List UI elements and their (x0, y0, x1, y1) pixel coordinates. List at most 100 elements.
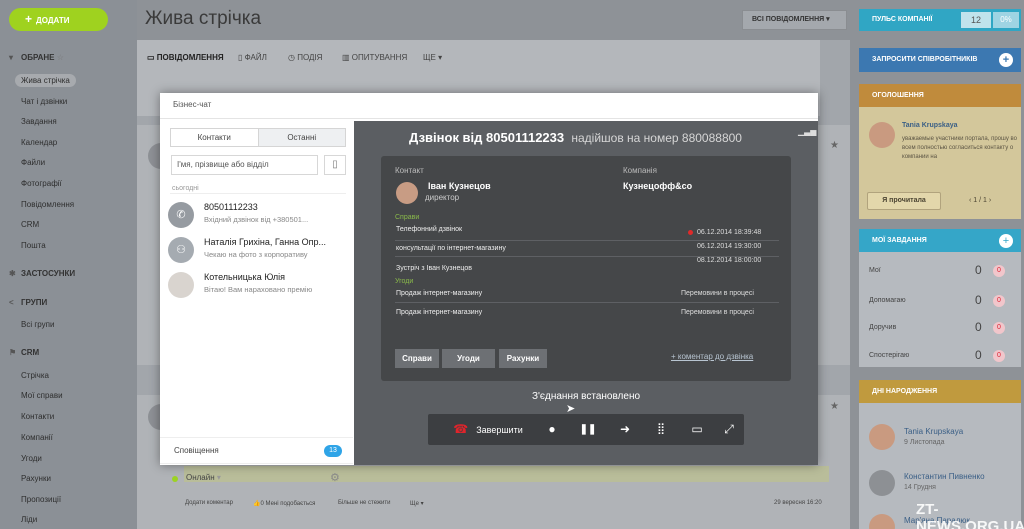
read-button[interactable]: Я прочитала (867, 192, 941, 210)
notifications-link[interactable]: Сповіщення (174, 446, 219, 455)
nav-item-photos[interactable]: Фотографії (21, 179, 62, 188)
nav-item-live-feed[interactable]: Жива стрічка (15, 74, 76, 87)
deals-button[interactable]: Угоди (442, 349, 495, 368)
activities-button[interactable]: Справи (395, 349, 439, 368)
plus-icon[interactable]: + (999, 53, 1013, 67)
company-name[interactable]: Кузнецофф&со (623, 181, 692, 191)
birthday-date: 9 Листопада (904, 439, 945, 446)
pulse-value: 12 (961, 12, 991, 28)
nav-item-contacts[interactable]: Контакти (21, 412, 54, 421)
gear-icon[interactable]: ⚙ (330, 471, 340, 484)
star-icon[interactable]: ★ (830, 401, 839, 412)
microphone-icon[interactable]: ● (540, 414, 564, 445)
tab-recent[interactable]: Останні (257, 129, 345, 146)
feed-filter-select[interactable]: ВСІ ПОВІДОМЛЕННЯ ▾ (742, 10, 847, 30)
company-label: Компанія (623, 166, 657, 175)
hangup-button[interactable]: ☎ Завершити (438, 414, 538, 445)
tasks-widget: МОЇ ЗАВДАННЯ + Мої 0 0 Допомагаю 0 0 Дор… (859, 229, 1021, 367)
birthday-name[interactable]: Tania Krupskaya (904, 427, 963, 436)
tab-message[interactable]: ▭ ПОВІДОМЛЕННЯ (147, 53, 224, 62)
avatar (869, 514, 895, 529)
divider (395, 240, 779, 241)
unfollow-link[interactable]: Більше не стежити (338, 500, 390, 506)
left-sidebar: + ДОДАТИ ▾ ОБРАНЕ ☆ Жива стрічка Чат і дзв… (0, 0, 137, 529)
birthday-name[interactable]: Константин Пивненко (904, 472, 985, 481)
section-groups[interactable]: < ГРУПИ (9, 298, 47, 307)
nav-item-crm[interactable]: CRM (21, 220, 39, 229)
invite-widget[interactable]: ЗАПРОСИТИ СПІВРОБІТНИКІВ + (859, 48, 1021, 72)
nav-item-crm-feed[interactable]: Стрічка (21, 371, 49, 380)
section-crm[interactable]: ⚑ CRM (9, 348, 39, 357)
deal-title[interactable]: Продаж інтернет-магазину (396, 290, 482, 297)
tab-poll[interactable]: ▥ ОПИТУВАННЯ (342, 53, 407, 62)
add-button[interactable]: + ДОДАТИ (9, 8, 108, 31)
pause-icon[interactable]: ❚❚ (576, 414, 600, 445)
nav-item-mail[interactable]: Пошта (21, 241, 46, 250)
nav-item-chat[interactable]: Чат і дзвінки (21, 97, 67, 106)
tab-more[interactable]: ЩЕ ▾ (423, 53, 442, 62)
nav-item-all-groups[interactable]: Всі групи (21, 320, 54, 329)
contact-message: Вхідний дзвінок від +380501... (204, 215, 309, 224)
section-apps[interactable]: ✱ ЗАСТОСУНКИ (9, 269, 75, 278)
called-number: надійшов на номер 880088800 (571, 131, 742, 145)
deal-title[interactable]: Продаж інтернет-магазину (396, 309, 482, 316)
announcement-author[interactable]: Tania Krupskaya (902, 122, 958, 129)
phone-hangup-icon: ☎ (453, 422, 469, 436)
pulse-widget[interactable]: ПУЛЬС КОМПАНІЇ 12 0% (859, 9, 1021, 31)
call-toolbar: ☎ Завершити ● ❚❚ ➜ ⣿ ▭ ⤢ (428, 414, 744, 445)
star-icon[interactable]: ★ (830, 140, 839, 151)
nav-item-calendar[interactable]: Календар (21, 138, 57, 147)
fullscreen-icon[interactable]: ⤢ (717, 414, 741, 445)
tab-file[interactable]: ▯ ФАЙЛ (238, 53, 267, 62)
nav-item-leads[interactable]: Ліди (21, 515, 37, 524)
nav-item-my-activities[interactable]: Мої справи (21, 391, 63, 400)
star-icon: ☆ (56, 53, 64, 62)
more-link[interactable]: Ще ▾ (410, 500, 424, 507)
invoices-button[interactable]: Рахунки (499, 349, 547, 368)
tab-label: ПОДІЯ (297, 53, 323, 62)
nav-item-deals[interactable]: Угоди (21, 454, 42, 463)
tab-contacts[interactable]: Контакти (171, 129, 258, 146)
activity-title[interactable]: консультації по інтернет-магазину (396, 245, 506, 252)
contact-item[interactable]: ⚇ Наталія Грихіна, Ганна Опр... Чекаю на… (168, 235, 348, 271)
contact-name[interactable]: Іван Кузнецов (428, 181, 491, 191)
tasks-mine[interactable]: Мої (869, 267, 881, 274)
divider (170, 193, 346, 194)
contact-search-input[interactable]: І'мя, прізвище або відділ (171, 155, 318, 175)
nav-item-companies[interactable]: Компанії (21, 433, 53, 442)
activity-date: 06.12.2014 18:39:48 (697, 229, 762, 236)
nav-item-quotes[interactable]: Пропозиції (21, 495, 61, 504)
tasks-assigned[interactable]: Доручив (869, 324, 896, 331)
activity-title[interactable]: Телефонний дзвінок (396, 226, 462, 233)
nav-item-files[interactable]: Файли (21, 158, 45, 167)
activity-date: 06.12.2014 19:30:00 (697, 243, 762, 250)
like-link[interactable]: 👍0 Мені подобається (253, 500, 315, 507)
add-call-comment-link[interactable]: + коментар до дзвінка (671, 352, 753, 361)
status-select[interactable]: Онлайн ▾ (186, 473, 221, 482)
nav-item-invoices[interactable]: Рахунки (21, 474, 51, 483)
contact-name: Наталія Грихіна, Ганна Опр... (204, 237, 327, 247)
nav-item-messages[interactable]: Повідомлення (21, 200, 74, 209)
add-comment-link[interactable]: Додати коментар (185, 500, 233, 506)
phone-icon[interactable]: ▯ (324, 155, 346, 175)
tab-event[interactable]: ◷ ПОДІЯ (288, 53, 322, 62)
nav-item-tasks[interactable]: Завдання (21, 117, 57, 126)
contact-item[interactable]: Котельницька Юлія Вітаю! Вам нараховано … (168, 270, 348, 306)
tasks-watching[interactable]: Спостерігаю (869, 352, 909, 359)
transfer-icon[interactable]: ➜ (613, 414, 637, 445)
apps-icon: ✱ (9, 269, 16, 278)
section-favorites[interactable]: ▾ ОБРАНЕ ☆ (9, 53, 64, 62)
tasks-badge: 0 (993, 322, 1005, 334)
announcement-pager[interactable]: ‹ 1 / 1 › (969, 197, 991, 204)
post-date: 29 вересня 16:20 (774, 500, 822, 506)
notifications-badge: 13 (324, 445, 342, 457)
tasks-assisting[interactable]: Допомагаю (869, 297, 906, 304)
tasks-badge: 0 (993, 265, 1005, 277)
plus-icon[interactable]: + (999, 234, 1013, 248)
activity-title[interactable]: Зустріч з Іван Кузнецов (396, 265, 472, 272)
contact-item[interactable]: ✆ 80501112233 Вхідний дзвінок від +38050… (168, 200, 348, 236)
page-title: Жива стрічка (145, 8, 262, 29)
chat-icon[interactable]: ▭ (685, 414, 709, 445)
dialpad-icon[interactable]: ⣿ (649, 414, 673, 445)
call-status: З'єднання встановлено (531, 391, 641, 402)
